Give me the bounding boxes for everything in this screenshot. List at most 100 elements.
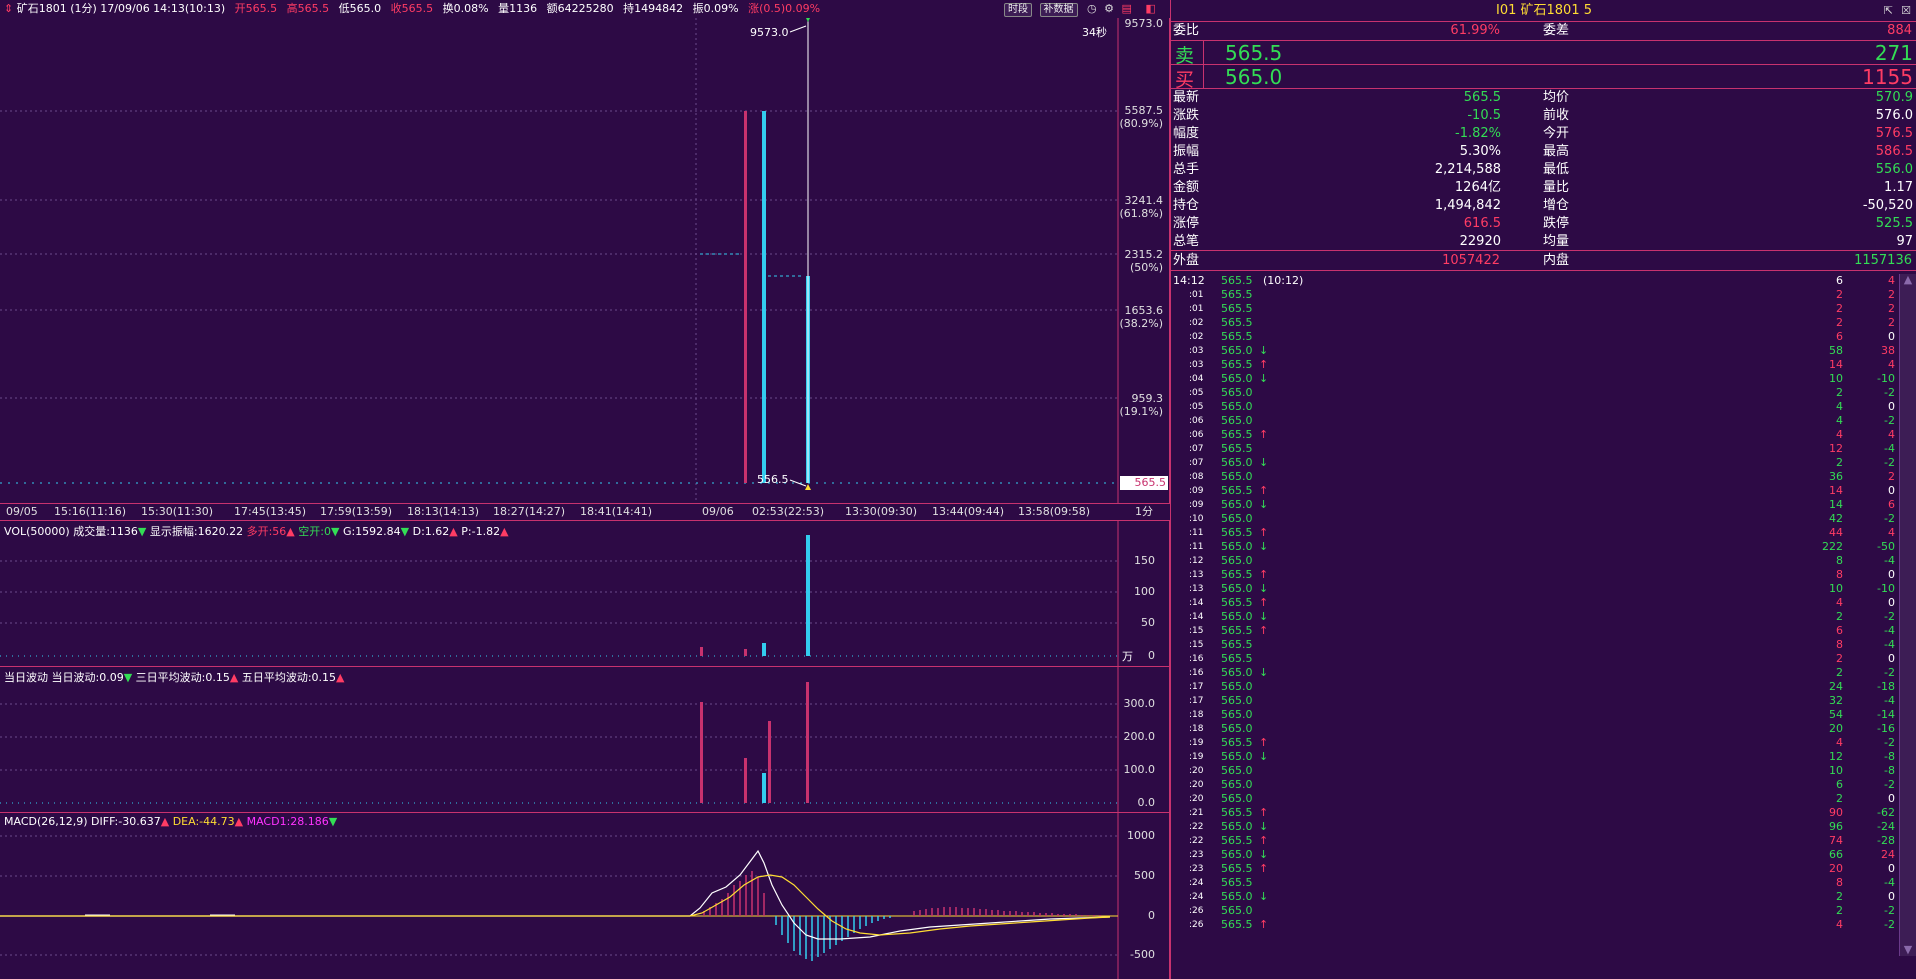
tick-time: :13	[1189, 584, 1204, 594]
wave-panel[interactable]: 当日波动 当日波动:0.09▼ 三日平均波动:0.15▲ 五日平均波动:0.15…	[0, 667, 1170, 813]
tick-header-chg: 4	[1888, 274, 1895, 287]
peak-pointer	[789, 25, 807, 33]
stat-label: 最高	[1543, 144, 1570, 159]
stat-label: 金额	[1173, 180, 1200, 195]
tick-change: -4	[1884, 876, 1895, 889]
spike-magenta	[744, 111, 747, 483]
supplement-data-button[interactable]: 补数据	[1039, 3, 1078, 17]
stat-label: 今开	[1543, 126, 1570, 141]
tick-scrollbar[interactable]: ▲ ▼	[1899, 274, 1916, 956]
outer-label: 外盘	[1173, 253, 1200, 268]
tick-row: :05 565.0 2 -2	[1171, 386, 1899, 400]
sort-icon[interactable]: ⇕	[4, 2, 13, 15]
axis-price-4: 1653.6 (38.2%)	[1119, 304, 1163, 330]
tick-volume: 6	[1836, 778, 1843, 791]
tick-price: 565.5	[1221, 876, 1253, 889]
tick-row: :17 565.0 24 -18	[1171, 680, 1899, 694]
sell-price: 565.5	[1225, 41, 1283, 65]
tick-change: 38	[1881, 344, 1895, 357]
vol-axis-0: 0	[1148, 649, 1155, 662]
tick-volume: 14	[1829, 498, 1843, 511]
tick-volume: 8	[1836, 638, 1843, 651]
tick-volume: 10	[1829, 764, 1843, 777]
vol-panel[interactable]: VOL(50000) 成交量:1136▼ 显示振幅:1620.22 多开:56▲…	[0, 521, 1170, 667]
tick-volume: 44	[1829, 526, 1843, 539]
close-icon[interactable]: ☒	[1901, 0, 1911, 22]
time-label: 13:58(09:58)	[1018, 505, 1090, 518]
time-label: 17:59(13:59)	[320, 505, 392, 518]
scroll-up-icon[interactable]: ▲	[1900, 274, 1916, 286]
tick-price: 565.0	[1221, 750, 1253, 763]
turnover-value: 换0.08%	[442, 2, 489, 15]
stat-label: 均价	[1543, 90, 1570, 105]
scroll-down-icon[interactable]: ▼	[1900, 944, 1916, 956]
time-label: 15:30(11:30)	[141, 505, 213, 518]
tick-volume: 14	[1829, 358, 1843, 371]
tick-time: :20	[1189, 794, 1204, 804]
tick-change: -2	[1884, 904, 1895, 917]
tick-change: -18	[1877, 680, 1895, 693]
tick-row: :11 565.5 ↑ 44 4	[1171, 526, 1899, 540]
tick-price: 565.5	[1221, 624, 1253, 637]
tick-header-price: 565.5	[1221, 274, 1253, 287]
tick-row: :09 565.0 ↓ 14 6	[1171, 498, 1899, 512]
buy-row: 买 565.0 1155	[1171, 65, 1916, 91]
clock-icon[interactable]: ◷	[1087, 2, 1097, 15]
tick-row: :14 565.0 ↓ 2 -2	[1171, 610, 1899, 624]
tick-time: :18	[1189, 724, 1204, 734]
symbol-title: 矿石1801 (1分) 17/09/06 14:13(10:13)	[16, 2, 226, 15]
tick-header-vol: 6	[1836, 274, 1843, 287]
tick-price: 565.0	[1221, 400, 1253, 413]
tick-row: :22 565.0 ↓ 96 -24	[1171, 820, 1899, 834]
tick-change: 0	[1888, 596, 1895, 609]
down-arrow-icon: ↓	[1259, 890, 1269, 903]
tick-row: :22 565.5 ↑ 74 -28	[1171, 834, 1899, 848]
tick-row: :17 565.0 32 -4	[1171, 694, 1899, 708]
tick-time: :06	[1189, 416, 1204, 426]
timeshare-button[interactable]: 时段	[1004, 3, 1032, 17]
tick-change: 4	[1888, 358, 1895, 371]
tick-price: 565.0	[1221, 722, 1253, 735]
tick-change: -2	[1884, 918, 1895, 931]
tick-row: :16 565.5 2 0	[1171, 652, 1899, 666]
settings-icon[interactable]: ⚙	[1104, 2, 1114, 15]
tick-row: :09 565.5 ↑ 14 0	[1171, 484, 1899, 498]
header-tools: 时段 补数据 ◷ ⚙ ▤ ◧	[1000, 2, 1156, 17]
price-chart[interactable]: 9573.0 556.5 34秒 9573.0 5587.5 (80.9%) 32…	[0, 17, 1170, 503]
tick-row: :13 565.5 ↑ 8 0	[1171, 568, 1899, 582]
up-arrow-icon: ↑	[1259, 736, 1269, 749]
up-arrow-icon: ↑	[1259, 918, 1269, 931]
tick-price: 565.5	[1221, 428, 1253, 441]
tick-time: :22	[1189, 836, 1204, 846]
sell-divider	[1203, 41, 1204, 65]
down-arrow-icon: ↓	[1259, 582, 1269, 595]
chart-area[interactable]: ⇕ 矿石1801 (1分) 17/09/06 14:13(10:13) 开565…	[0, 0, 1170, 979]
tick-list[interactable]: 14:12 565.5 (10:12) 6 4 :01 565.5 2 2:01 565…	[1171, 274, 1899, 934]
period-label[interactable]: 1分	[1135, 504, 1153, 520]
stat-label: 涨停	[1173, 216, 1200, 231]
tick-change: -4	[1884, 554, 1895, 567]
tick-volume: 6	[1836, 624, 1843, 637]
tick-time: :08	[1189, 472, 1204, 482]
tick-row: :01 565.5 2 2	[1171, 288, 1899, 302]
tick-price: 565.0	[1221, 694, 1253, 707]
down-arrow-icon: ↓	[1259, 498, 1269, 511]
wave-bar	[700, 702, 703, 803]
axis-price-5: 959.3 (19.1%)	[1119, 392, 1163, 418]
tick-time: :24	[1189, 878, 1204, 888]
stat-row: 涨停 616.5 跌停 525.5	[1171, 215, 1916, 233]
tick-change: 0	[1888, 568, 1895, 581]
expand-icon[interactable]: ◧	[1145, 2, 1155, 15]
tick-price: 565.0	[1221, 582, 1253, 595]
tick-price: 565.0	[1221, 890, 1253, 903]
tick-change: 4	[1888, 428, 1895, 441]
pin-icon[interactable]: ⇱	[1884, 0, 1893, 22]
time-axis: 09/05 15:16(11:16) 15:30(11:30) 17:45(13…	[0, 503, 1170, 521]
book-icon[interactable]: ▤	[1121, 2, 1131, 15]
current-price-tag: 565.5	[1120, 476, 1168, 490]
tick-volume: 4	[1836, 400, 1843, 413]
tick-volume: 2	[1836, 386, 1843, 399]
tick-time: :01	[1189, 304, 1204, 314]
tick-row: :24 565.0 ↓ 2 0	[1171, 890, 1899, 904]
macd-panel[interactable]: MACD(26,12,9) DIFF:-30.637▲ DEA:-44.73▲ …	[0, 813, 1170, 979]
